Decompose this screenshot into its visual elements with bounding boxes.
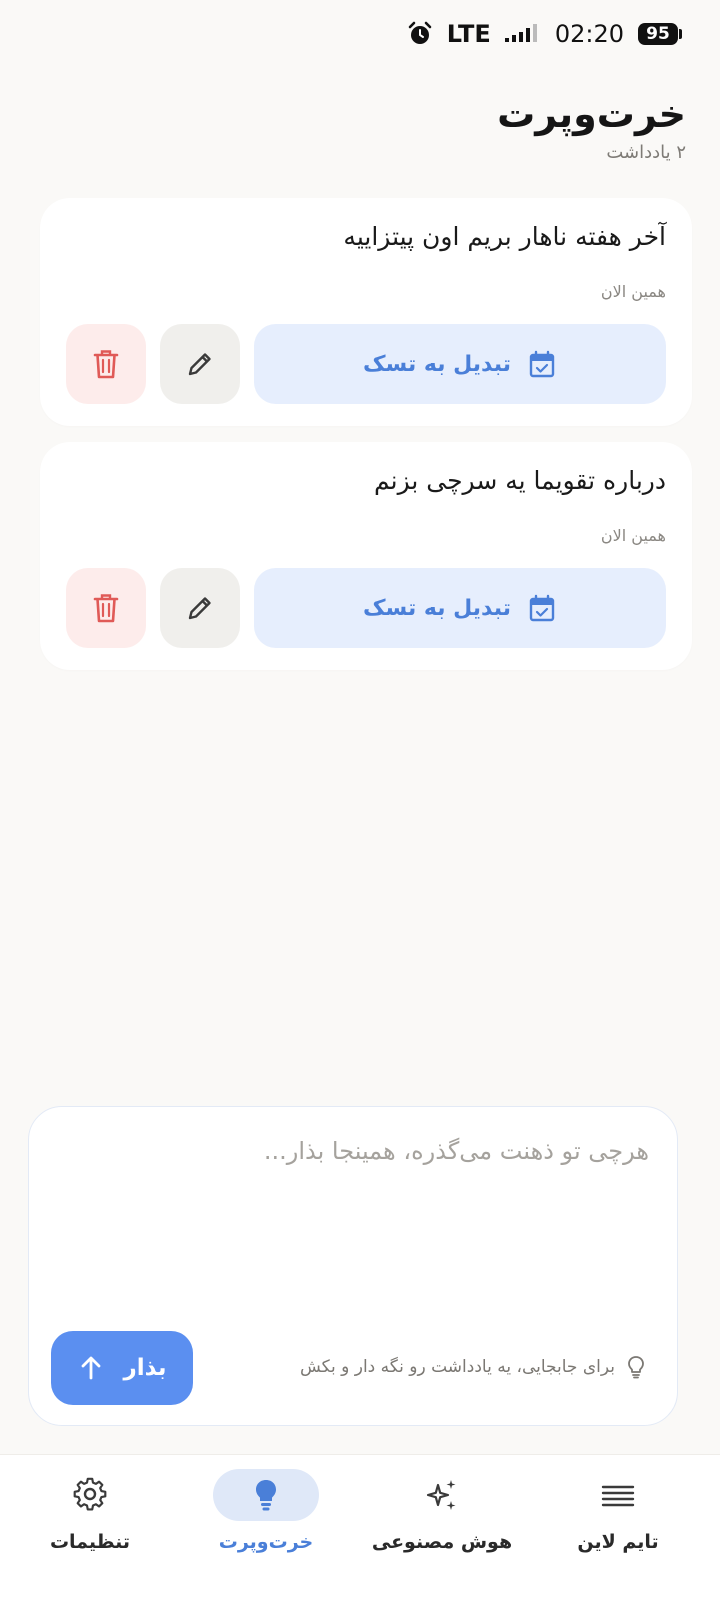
nav-item-notes[interactable]: خرت‌وپرت (176, 1455, 356, 1600)
alarm-icon (408, 21, 432, 44)
lightbulb-outline-icon (628, 1356, 644, 1379)
clock: 02:20 (554, 20, 624, 48)
page-header: خرت‌وپرت ۲ یادداشت (497, 88, 686, 163)
bottom-navigation: تنظیمات خرت‌وپرت هوش مصنوعی (0, 1454, 720, 1600)
note-actions: تبدیل به تسک (66, 324, 666, 404)
note-timestamp: همین الان (600, 282, 666, 301)
pencil-icon (188, 353, 211, 376)
note-input[interactable] (59, 1137, 649, 1317)
convert-to-task-label: تبدیل به تسک (363, 351, 511, 377)
convert-to-task-button[interactable]: تبدیل به تسک (254, 568, 666, 648)
convert-to-task-label: تبدیل به تسک (363, 595, 511, 621)
calendar-check-icon (529, 350, 555, 378)
sparkles-icon (426, 1480, 456, 1510)
battery-level: 95 (638, 23, 678, 45)
note-actions: تبدیل به تسک (66, 568, 666, 648)
arrow-up-icon (82, 1356, 101, 1380)
timeline-icon (601, 1485, 635, 1507)
nav-label: هوش مصنوعی (371, 1531, 513, 1553)
nav-item-settings[interactable]: تنظیمات (0, 1455, 180, 1600)
drag-hint-text: برای جابجایی، یه یادداشت رو نگه دار و بک… (299, 1357, 615, 1377)
submit-note-button[interactable]: بذار (51, 1331, 193, 1405)
note-card[interactable]: آخر هفته ناهار بریم اون پیتزاییه همین ال… (40, 198, 692, 426)
status-bar: LTE 02:20 95 (0, 0, 720, 66)
trash-icon (93, 350, 119, 379)
submit-label: بذار (123, 1355, 167, 1381)
trash-icon (93, 594, 119, 623)
nav-label: تایم لاین (577, 1531, 659, 1553)
delete-button[interactable] (66, 324, 146, 404)
edit-button[interactable] (160, 568, 240, 648)
lightbulb-icon (256, 1480, 276, 1511)
note-card[interactable]: درباره تقویما یه سرچی بزنم همین الان تبد… (40, 442, 692, 670)
edit-button[interactable] (160, 324, 240, 404)
status-indicators: LTE 02:20 95 (407, 18, 682, 50)
network-type: LTE (446, 20, 491, 48)
drag-hint: برای جابجایی، یه یادداشت رو نگه دار و بک… (300, 1355, 647, 1379)
nav-label: تنظیمات (49, 1531, 131, 1553)
nav-item-ai[interactable]: هوش مصنوعی (352, 1455, 532, 1600)
note-text: درباره تقویما یه سرچی بزنم (373, 466, 666, 495)
pencil-icon (188, 597, 211, 620)
note-composer: برای جابجایی، یه یادداشت رو نگه دار و بک… (28, 1106, 678, 1426)
nav-label: خرت‌وپرت (218, 1531, 314, 1553)
battery-icon: 95 (638, 23, 682, 45)
note-count: ۲ یادداشت (606, 142, 686, 163)
signal-icon (504, 24, 537, 42)
note-timestamp: همین الان (600, 526, 666, 545)
nav-item-timeline[interactable]: تایم لاین (528, 1455, 708, 1600)
calendar-check-icon (529, 594, 555, 622)
page-title: خرت‌وپرت (497, 92, 686, 136)
convert-to-task-button[interactable]: تبدیل به تسک (254, 324, 666, 404)
note-text: آخر هفته ناهار بریم اون پیتزاییه (343, 222, 666, 251)
delete-button[interactable] (66, 568, 146, 648)
gear-icon (73, 1477, 107, 1511)
